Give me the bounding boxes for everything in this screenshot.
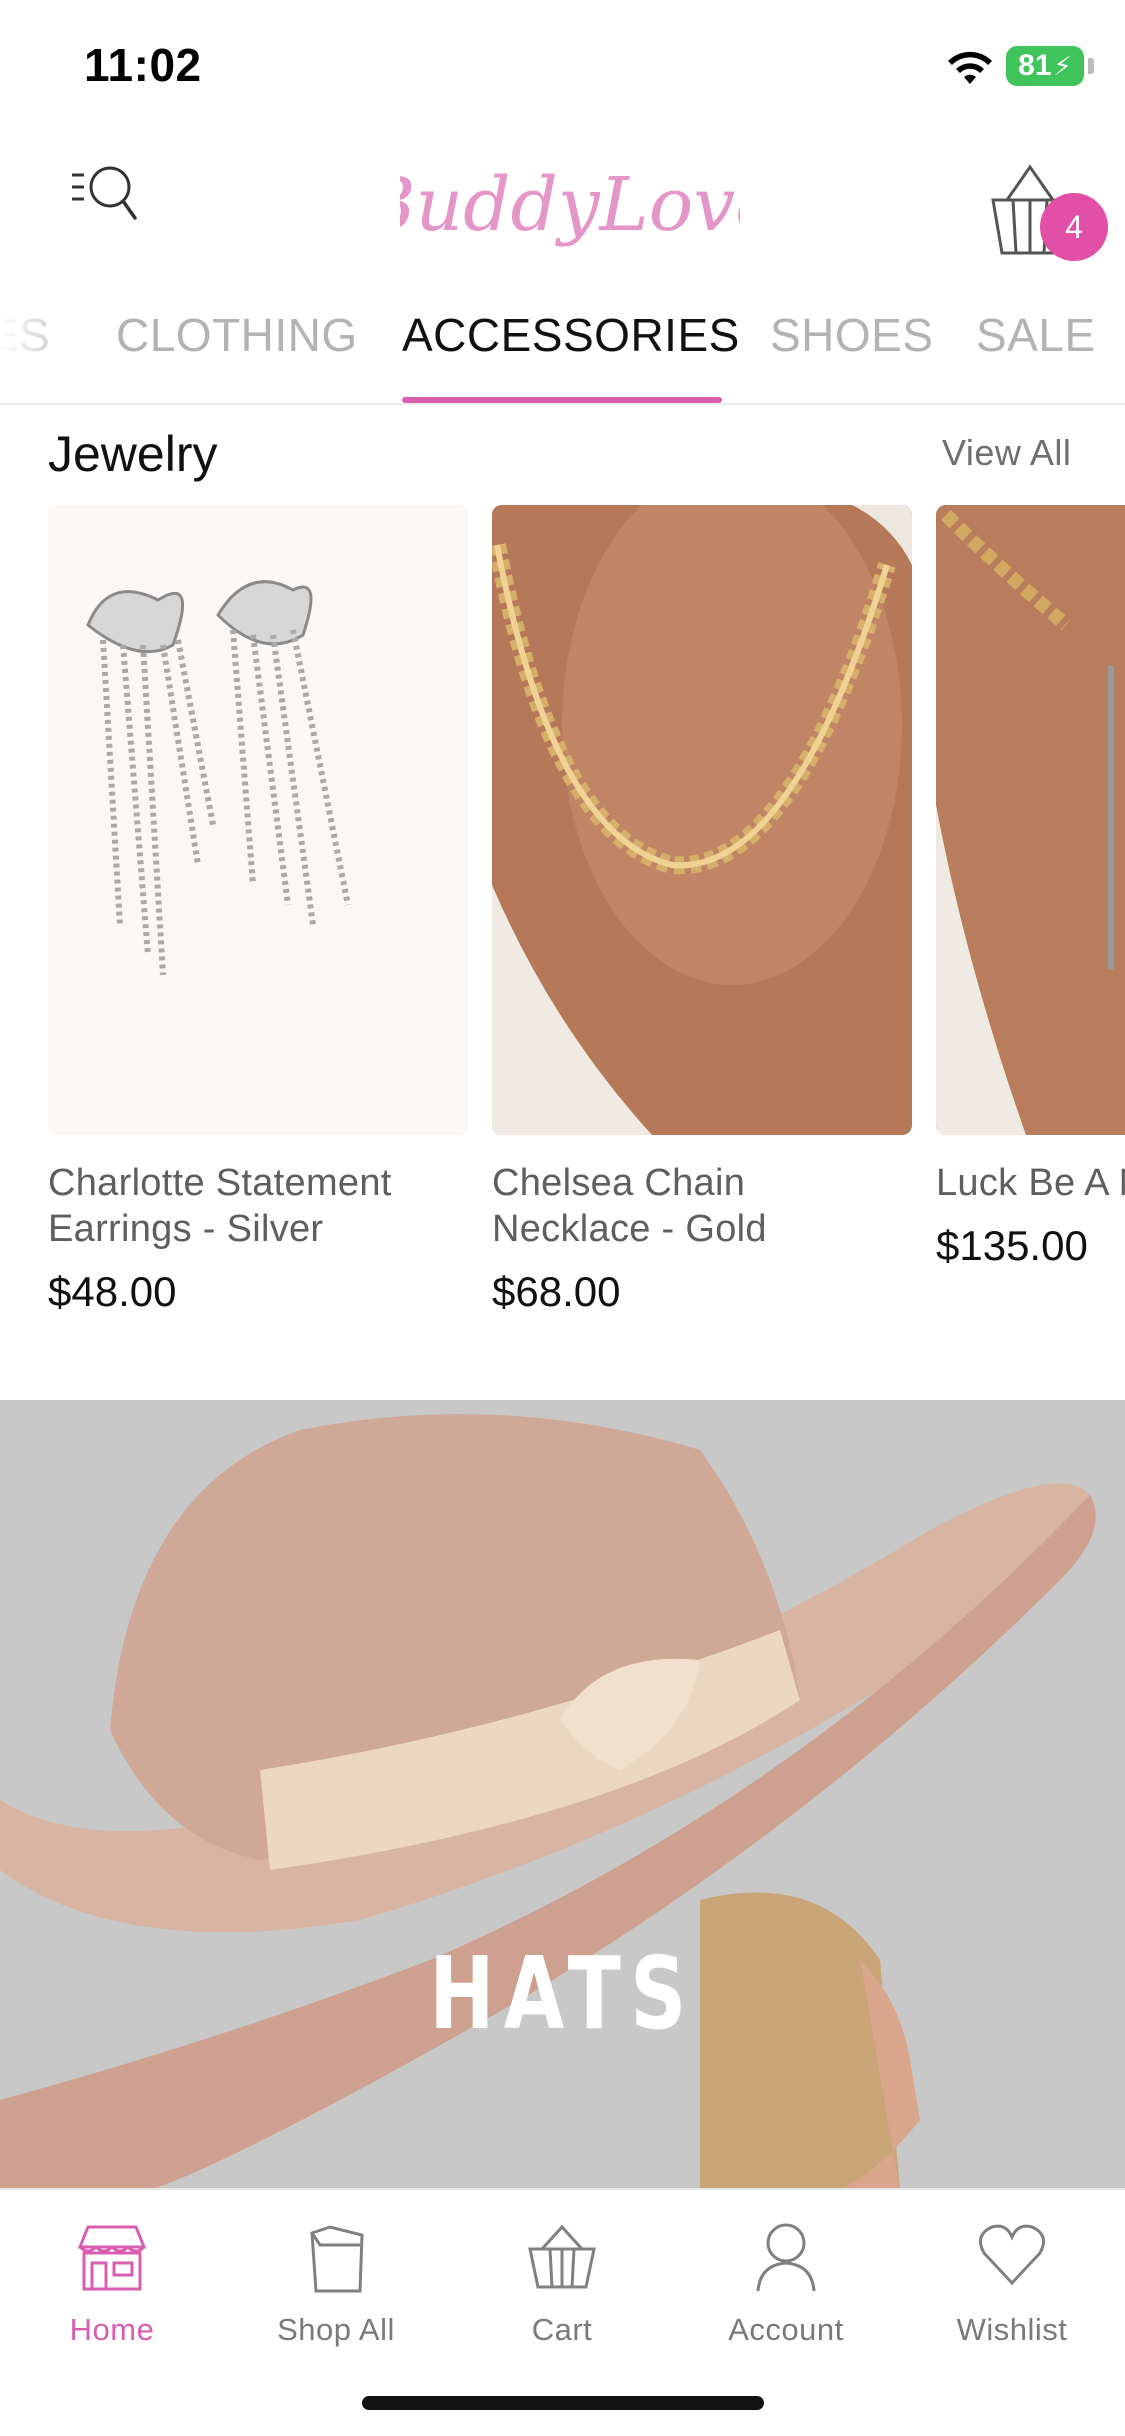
charging-icon: ⚡: [1053, 50, 1072, 81]
product-carousel[interactable]: Charlotte Statement Earrings - Silver $4…: [0, 505, 1125, 1335]
nav-label: Home: [69, 2312, 155, 2347]
product-price: $68.00: [492, 1268, 621, 1315]
necklace-image: [936, 505, 1125, 1135]
menu-search-icon[interactable]: [70, 165, 150, 235]
product-image[interactable]: [936, 505, 1125, 1135]
scroll-indicator: [1108, 665, 1114, 970]
product-price: $135.00: [936, 1222, 1088, 1269]
product-image[interactable]: [48, 505, 468, 1135]
status-time: 11:02: [84, 39, 202, 91]
active-tab-indicator: [402, 397, 722, 403]
tab-accessories[interactable]: ACCESSORIES: [402, 308, 740, 362]
product-name[interactable]: Charlotte Statement Earrings - Silver: [48, 1160, 468, 1252]
heart-icon: [978, 2224, 1046, 2286]
user-icon: [756, 2223, 816, 2292]
tab-shoes[interactable]: SHOES: [770, 308, 934, 362]
nav-label: Shop All: [277, 2312, 395, 2347]
tab-clothing[interactable]: CLOTHING: [116, 308, 358, 362]
nav-label: Account: [728, 2312, 844, 2347]
battery-tip: [1088, 58, 1094, 74]
header: BuddyLove: [0, 130, 1125, 280]
nav-shop-all[interactable]: Shop All: [236, 2215, 436, 2348]
tab-sale[interactable]: SALE: [976, 308, 1096, 362]
tabs-fade: [0, 290, 90, 400]
home-indicator[interactable]: [362, 2396, 764, 2410]
nav-home[interactable]: Home: [12, 2215, 212, 2348]
storefront-icon: [77, 2225, 147, 2291]
section-title: Jewelry: [48, 426, 218, 482]
basket-icon: [528, 2224, 596, 2289]
status-bar: 11:02 81 ⚡: [0, 0, 1125, 130]
earrings-image: [86, 580, 351, 976]
battery-icon: 81 ⚡: [1006, 46, 1084, 86]
hat-image: [0, 1400, 1125, 2190]
product-card[interactable]: Charlotte Statement Earrings - Silver $4…: [48, 505, 468, 1316]
hats-banner[interactable]: HATS: [0, 1400, 1125, 2190]
category-tabs: ES CLOTHING ACCESSORIES SHOES SALE: [0, 290, 1125, 405]
nav-account[interactable]: Account: [686, 2215, 886, 2348]
product-name[interactable]: Luck Be A Necklace -: [936, 1160, 1125, 1206]
cart-count-badge[interactable]: 4: [1040, 193, 1108, 261]
nav-label: Wishlist: [956, 2312, 1068, 2347]
product-card[interactable]: Luck Be A Necklace - $135.00: [936, 505, 1125, 1270]
brand-logo[interactable]: BuddyLove: [400, 130, 740, 280]
product-card[interactable]: Chelsea Chain Necklace - Gold $68.00: [492, 505, 912, 1316]
view-all-link[interactable]: View All: [942, 432, 1071, 474]
nav-wishlist[interactable]: Wishlist: [912, 2215, 1112, 2348]
product-price: $48.00: [48, 1268, 177, 1315]
product-image[interactable]: [492, 505, 912, 1135]
battery-level: 81: [1018, 49, 1052, 82]
logo-text: BuddyLove: [400, 162, 740, 248]
nav-cart[interactable]: Cart: [462, 2215, 662, 2348]
necklace-image: [492, 505, 912, 1135]
banner-title[interactable]: HATS: [124, 1935, 1002, 2052]
product-name[interactable]: Chelsea Chain Necklace - Gold: [492, 1160, 912, 1252]
nav-label: Cart: [531, 2312, 593, 2347]
shopping-bag-icon: [310, 2225, 364, 2293]
wifi-icon: [948, 51, 992, 84]
